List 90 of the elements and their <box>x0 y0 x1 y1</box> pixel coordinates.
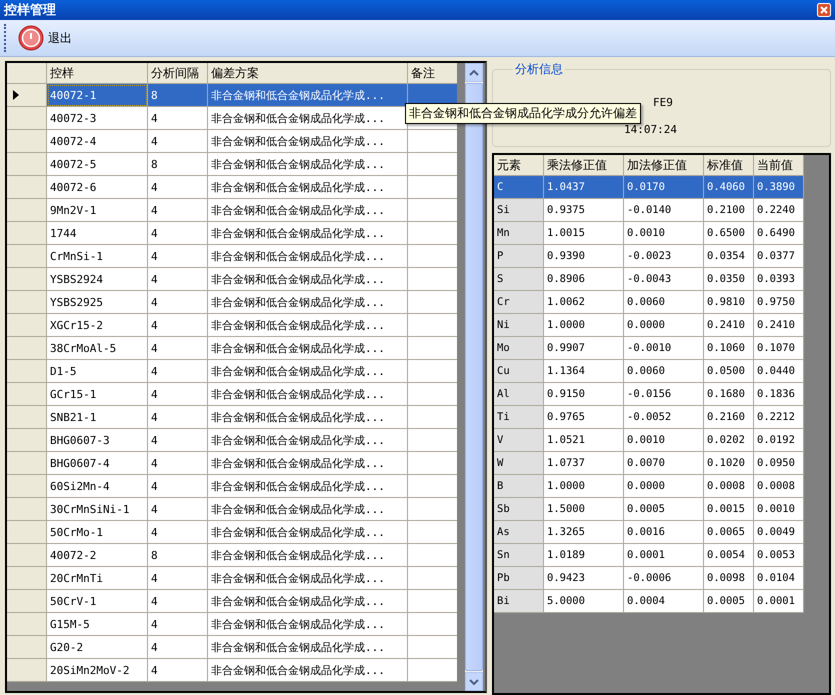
table-row[interactable]: Ni 1.0000 0.0000 0.2410 0.2410 <box>494 314 804 337</box>
table-cell: 40072-1 <box>47 84 148 107</box>
table-row[interactable]: SNB21-1 4 非合金钢和低合金钢成品化学成... <box>7 406 457 429</box>
table-row[interactable]: Sn 1.0189 0.0001 0.0054 0.0053 <box>494 544 804 567</box>
table-row[interactable]: 60Si2Mn-4 4 非合金钢和低合金钢成品化学成... <box>7 475 457 498</box>
table-row[interactable]: Mo 0.9907 -0.0010 0.1060 0.1070 <box>494 337 804 360</box>
table-row[interactable]: P 0.9390 -0.0023 0.0354 0.0377 <box>494 245 804 268</box>
table-row[interactable]: 40072-6 4 非合金钢和低合金钢成品化学成... <box>7 176 457 199</box>
table-row[interactable]: G15M-5 4 非合金钢和低合金钢成品化学成... <box>7 613 457 636</box>
table-row[interactable]: YSBS2925 4 非合金钢和低合金钢成品化学成... <box>7 291 457 314</box>
table-row[interactable]: 38CrMoAl-5 4 非合金钢和低合金钢成品化学成... <box>7 337 457 360</box>
time-value: 14:07:24 <box>624 123 677 136</box>
table-row[interactable]: 20SiMn2MoV-2 4 非合金钢和低合金钢成品化学成... <box>7 659 457 682</box>
table-cell: 0.0001 <box>754 590 804 613</box>
table-cell: Mn <box>494 222 544 245</box>
table-row[interactable]: Si 0.9375 -0.0140 0.2100 0.2240 <box>494 199 804 222</box>
table-cell: 0.4060 <box>704 176 754 199</box>
table-row[interactable]: BHG0607-3 4 非合金钢和低合金钢成品化学成... <box>7 429 457 452</box>
table-cell: 非合金钢和低合金钢成品化学成... <box>208 659 408 682</box>
table-row[interactable]: 40072-5 8 非合金钢和低合金钢成品化学成... <box>7 153 457 176</box>
table-row[interactable]: 20CrMnTi 4 非合金钢和低合金钢成品化学成... <box>7 567 457 590</box>
table-cell: 非合金钢和低合金钢成品化学成... <box>208 84 408 107</box>
table-row[interactable]: 30CrMnSiNi-1 4 非合金钢和低合金钢成品化学成... <box>7 498 457 521</box>
table-row[interactable]: YSBS2924 4 非合金钢和低合金钢成品化学成... <box>7 268 457 291</box>
table-row[interactable]: XGCr15-2 4 非合金钢和低合金钢成品化学成... <box>7 314 457 337</box>
table-row[interactable]: 1744 4 非合金钢和低合金钢成品化学成... <box>7 222 457 245</box>
table-row[interactable]: Cu 1.1364 0.0060 0.0500 0.0440 <box>494 360 804 383</box>
table-row[interactable]: Pb 0.9423 -0.0006 0.0098 0.0104 <box>494 567 804 590</box>
table-row[interactable]: 50CrV-1 4 非合金钢和低合金钢成品化学成... <box>7 590 457 613</box>
table-cell: S <box>494 268 544 291</box>
table-row[interactable]: Al 0.9150 -0.0156 0.1680 0.1836 <box>494 383 804 406</box>
table-cell: 8 <box>148 84 208 107</box>
table-cell: C <box>494 176 544 199</box>
table-cell: Cr <box>494 291 544 314</box>
window-title: 控样管理 <box>4 2 56 19</box>
table-cell: Ti <box>494 406 544 429</box>
table-cell: 0.0005 <box>704 590 754 613</box>
scroll-down-button[interactable] <box>465 672 483 691</box>
table-cell: V <box>494 429 544 452</box>
table-cell: As <box>494 521 544 544</box>
table-cell: Ni <box>494 314 544 337</box>
table-cell: 0.0170 <box>624 176 704 199</box>
table-row[interactable]: D1-5 4 非合金钢和低合金钢成品化学成... <box>7 360 457 383</box>
table-cell: Sb <box>494 498 544 521</box>
table-row[interactable]: Sb 1.5000 0.0005 0.0015 0.0010 <box>494 498 804 521</box>
scroll-up-button[interactable] <box>465 63 483 82</box>
table-row[interactable]: 9Mn2V-1 4 非合金钢和低合金钢成品化学成... <box>7 199 457 222</box>
table-row[interactable]: Bi 5.0000 0.0004 0.0005 0.0001 <box>494 590 804 613</box>
table-row[interactable]: BHG0607-4 4 非合金钢和低合金钢成品化学成... <box>7 452 457 475</box>
program-value: FE9 <box>653 96 673 109</box>
table-cell: Sn <box>494 544 544 567</box>
close-icon[interactable] <box>817 3 831 17</box>
chevron-up-icon <box>469 70 479 76</box>
table-row[interactable]: 40072-4 4 非合金钢和低合金钢成品化学成... <box>7 130 457 153</box>
table-row[interactable]: CrMnSi-1 4 非合金钢和低合金钢成品化学成... <box>7 245 457 268</box>
row-pointer-icon <box>13 90 19 100</box>
table-cell: 4 <box>148 659 208 682</box>
table-cell: Si <box>494 199 544 222</box>
table-row[interactable]: 40072-1 8 非合金钢和低合金钢成品化学成... <box>7 84 457 107</box>
table-cell: W <box>494 452 544 475</box>
exit-button[interactable]: 退出 <box>14 23 76 53</box>
table-cell: Bi <box>494 590 544 613</box>
table-cell: B <box>494 475 544 498</box>
table-row[interactable]: V 1.0521 0.0010 0.0202 0.0192 <box>494 429 804 452</box>
table-cell: P <box>494 245 544 268</box>
tooltip: 非合金钢和低合金钢成品化学成分允许偏差 <box>405 103 641 124</box>
table-row[interactable]: Mn 1.0015 0.0010 0.6500 0.6490 <box>494 222 804 245</box>
table-row[interactable]: W 1.0737 0.0070 0.1020 0.0950 <box>494 452 804 475</box>
table-row[interactable]: Ti 0.9765 -0.0052 0.2160 0.2212 <box>494 406 804 429</box>
table-cell: Pb <box>494 567 544 590</box>
table-cell: Cu <box>494 360 544 383</box>
chevron-down-icon <box>469 678 479 684</box>
table-row[interactable]: Cr 1.0062 0.0060 0.9810 0.9750 <box>494 291 804 314</box>
group-title: 分析信息 <box>514 61 564 78</box>
table-cell: 0.3890 <box>754 176 804 199</box>
table-row[interactable]: 40072-2 8 非合金钢和低合金钢成品化学成... <box>7 544 457 567</box>
power-icon <box>18 25 44 51</box>
table-cell: 1.0437 <box>544 176 624 199</box>
table-cell: Mo <box>494 337 544 360</box>
table-row[interactable]: 50CrMo-1 4 非合金钢和低合金钢成品化学成... <box>7 521 457 544</box>
table-row[interactable]: As 1.3265 0.0016 0.0065 0.0049 <box>494 521 804 544</box>
table-cell: Al <box>494 383 544 406</box>
table-cell: 20SiMn2MoV-2 <box>47 659 148 682</box>
table-row[interactable]: S 0.8906 -0.0043 0.0350 0.0393 <box>494 268 804 291</box>
table-cell: 0.0004 <box>624 590 704 613</box>
table-row[interactable]: B 1.0000 0.0000 0.0008 0.0008 <box>494 475 804 498</box>
table-row[interactable]: G20-2 4 非合金钢和低合金钢成品化学成... <box>7 636 457 659</box>
table-row[interactable]: C 1.0437 0.0170 0.4060 0.3890 <box>494 176 804 199</box>
table-cell: 5.0000 <box>544 590 624 613</box>
table-row[interactable]: GCr15-1 4 非合金钢和低合金钢成品化学成... <box>7 383 457 406</box>
